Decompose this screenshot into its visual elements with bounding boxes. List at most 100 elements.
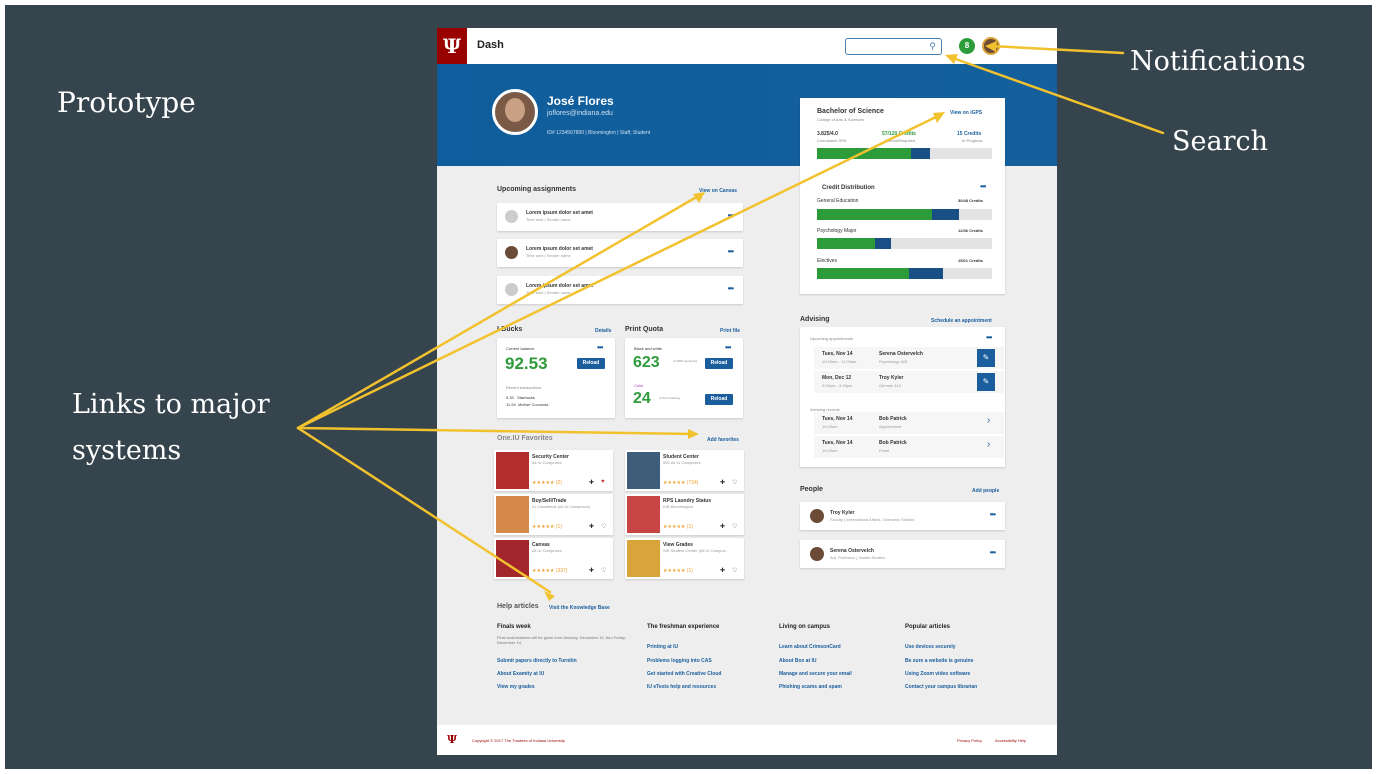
assignment-item[interactable]: Lorem ipsum dolor set amet Time sent | S…	[497, 276, 743, 304]
more-icon[interactable]: •••	[990, 548, 996, 557]
add-people-link[interactable]: Add people	[972, 488, 999, 494]
search-input[interactable]: ⚲	[845, 38, 942, 55]
view-on-igps-link[interactable]: View on iGPS	[950, 110, 982, 116]
balance-label: Current balance	[506, 346, 535, 351]
pin-icon[interactable]: ✚	[589, 523, 594, 530]
help-link[interactable]: Learn about CrimsonCard	[779, 644, 841, 650]
progress-label: In Progress	[962, 138, 983, 143]
pin-icon[interactable]: ✚	[720, 479, 725, 486]
pin-icon[interactable]: ✚	[589, 479, 594, 486]
pin-icon[interactable]: ✚	[720, 523, 725, 530]
more-icon[interactable]: •••	[980, 182, 986, 191]
favorite-rating: ★★★★★ (1)	[663, 524, 693, 530]
dist-label: Electives	[817, 258, 838, 264]
heart-icon[interactable]: ♡	[732, 479, 737, 486]
chevron-right-icon[interactable]: ›	[987, 439, 990, 450]
more-icon[interactable]: •••	[990, 510, 996, 519]
help-link[interactable]: Submit papers directly to Turnitin	[497, 658, 577, 664]
degree-subtitle: College of Arts & Sciences	[817, 117, 865, 122]
edit-appointment-button[interactable]: ✎	[977, 349, 995, 367]
color-remaining: 24	[633, 390, 651, 407]
help-column-heading: Living on campus	[779, 624, 831, 630]
assignment-avatar	[505, 246, 518, 259]
more-icon[interactable]: •••	[728, 211, 734, 220]
user-avatar[interactable]	[982, 37, 1000, 55]
help-link[interactable]: Using Zoom video software	[905, 671, 970, 677]
assignment-avatar	[505, 283, 518, 296]
ibucks-title: I-Bucks	[497, 326, 523, 333]
assignment-item[interactable]: Lorem ipsum dolor set amet Time sent | S…	[497, 239, 743, 267]
help-link[interactable]: Manage and secure your email	[779, 671, 852, 677]
advising-record-row[interactable]: Tues, Nov 14 10:15am Bob Patrick Appoint…	[814, 412, 1004, 434]
help-link[interactable]: View my grades	[497, 684, 535, 690]
price-tag-icon	[496, 496, 529, 533]
tx-name: Mother Coconuts	[517, 402, 549, 407]
dist-inprogress	[909, 268, 943, 279]
appointment-row[interactable]: Mon, Dec 12 3:00pm - 3:15pm Troy Kyler G…	[814, 371, 1004, 393]
favorite-tile[interactable]: Canvas All IU Campuses ★★★★★ (337) ✚ ♡	[494, 538, 613, 579]
help-link[interactable]: Contact your campus librarian	[905, 684, 977, 690]
notifications-annotation: Notifications	[1130, 46, 1306, 77]
favorite-tile[interactable]: View Grades SIS Student Center (All IU C…	[625, 538, 744, 579]
edit-appointment-button[interactable]: ✎	[977, 373, 995, 391]
add-favorites-link[interactable]: Add favorites	[707, 437, 739, 443]
favorite-rating: ★★★★★ (1)	[532, 524, 562, 530]
heart-icon[interactable]: ♡	[732, 567, 737, 574]
color-reload-button[interactable]: Reload	[705, 394, 733, 405]
more-icon[interactable]: •••	[597, 343, 603, 352]
app-brand[interactable]: Dash	[477, 39, 504, 51]
profile-name: José Flores	[547, 94, 614, 108]
privacy-policy-link[interactable]: Privacy Policy	[957, 738, 982, 743]
person-card[interactable]: Serena Ostervelch Adj. Professor | Jewis…	[800, 540, 1005, 568]
record-time: 10:15am	[822, 448, 838, 453]
favorite-tile[interactable]: Buy/Sell/Trade IU Classifieds (All IU Ca…	[494, 494, 613, 535]
iu-logo-icon[interactable]: Ψ	[437, 28, 467, 64]
favorite-tile[interactable]: Student Center IBG All IU Campuses ★★★★★…	[625, 450, 744, 491]
bw-reload-button[interactable]: Reload	[705, 358, 733, 369]
heart-icon[interactable]: ♡	[601, 567, 606, 574]
iu-logo-icon: Ψ	[447, 733, 458, 746]
favorite-tile[interactable]: Security Center All IU Campuses ★★★★★ (2…	[494, 450, 613, 491]
print-quota-card: Black and white ••• 623 of 1000 remainin…	[625, 338, 743, 418]
pin-icon[interactable]: ✚	[720, 567, 725, 574]
heart-icon[interactable]: ♡	[732, 523, 737, 530]
help-link[interactable]: Problems logging into CAS	[647, 658, 712, 664]
record-date: Tues, Nov 14	[822, 416, 853, 422]
assignments-title: Upcoming assignments	[497, 186, 576, 193]
help-link[interactable]: About Examity at IU	[497, 671, 544, 677]
appointment-time: 10:15am - 11:00am	[822, 359, 857, 364]
person-card[interactable]: Troy Kyler Faculty | International Affai…	[800, 502, 1005, 530]
notifications-badge[interactable]: 8	[959, 38, 975, 54]
ibucks-details-link[interactable]: Details	[595, 328, 611, 334]
help-link[interactable]: IU eTexts help and resources	[647, 684, 716, 690]
accessibility-help-link[interactable]: Accessibility Help	[995, 738, 1026, 743]
help-link[interactable]: Be sure a website is genuine	[905, 658, 973, 664]
canvas-icon	[496, 540, 529, 577]
heart-icon[interactable]: ♥	[601, 479, 605, 485]
appointment-row[interactable]: Tues, Nov 14 10:15am - 11:00am Serena Os…	[814, 347, 1004, 369]
pin-icon[interactable]: ✚	[589, 567, 594, 574]
help-link[interactable]: Use devices securely	[905, 644, 956, 650]
more-icon[interactable]: •••	[728, 247, 734, 256]
more-icon[interactable]: •••	[986, 333, 992, 342]
favorite-tile[interactable]: RPS Laundry Status IUB Bloomington ★★★★★…	[625, 494, 744, 535]
help-link[interactable]: Phishing scams and spam	[779, 684, 842, 690]
ibucks-reload-button[interactable]: Reload	[577, 358, 605, 369]
more-icon[interactable]: •••	[725, 343, 731, 352]
assignment-item[interactable]: Lorem ipsum dolor set amet Time sent | S…	[497, 203, 743, 231]
favorite-rating: ★★★★★ (1)	[663, 568, 693, 574]
help-link[interactable]: Get started with Creative Cloud	[647, 671, 721, 677]
dist-label: Psychology Major	[817, 228, 857, 234]
help-link[interactable]: About Box at IU	[779, 658, 817, 664]
help-link[interactable]: Printing at IU	[647, 644, 678, 650]
print-file-link[interactable]: Print file	[720, 328, 740, 334]
more-icon[interactable]: •••	[728, 284, 734, 293]
knowledge-base-link[interactable]: Visit the Knowledge Base	[549, 605, 610, 611]
chevron-right-icon[interactable]: ›	[987, 415, 990, 426]
heart-icon[interactable]: ♡	[601, 523, 606, 530]
view-on-canvas-link[interactable]: View on Canvas	[699, 188, 737, 194]
schedule-appointment-link[interactable]: Schedule an appointment	[931, 318, 992, 324]
credit-distribution-title: Credit Distribution	[822, 185, 875, 191]
advising-record-row[interactable]: Tues, Nov 14 10:15am Bob Patrick Email	[814, 436, 1004, 458]
search-icon[interactable]: ⚲	[929, 41, 936, 52]
